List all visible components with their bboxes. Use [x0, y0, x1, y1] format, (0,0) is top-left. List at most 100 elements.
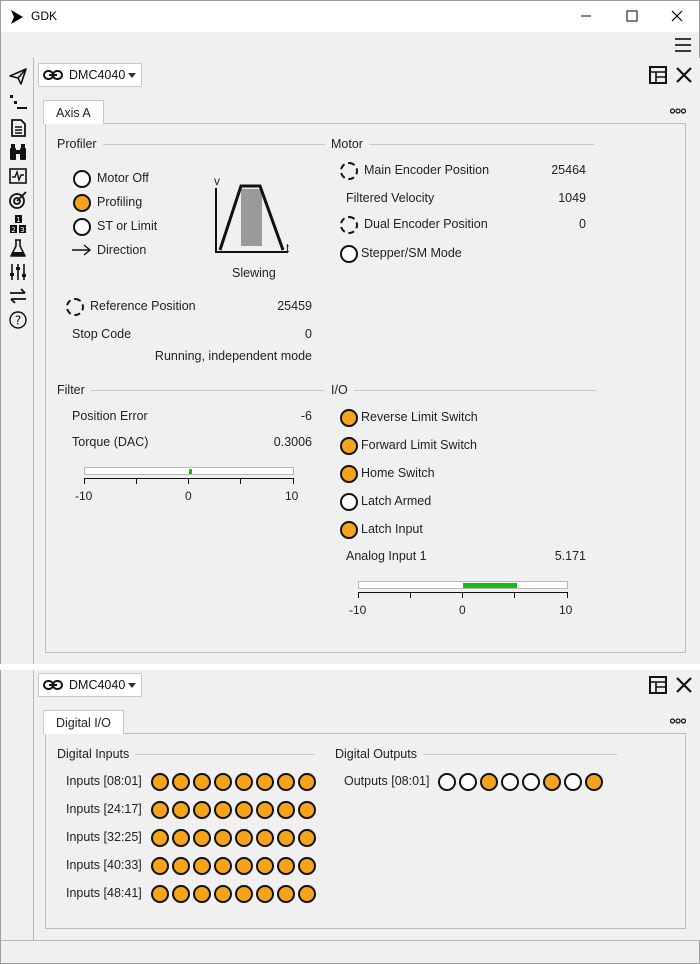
analog-scale-min: -10 [349, 603, 367, 617]
latch-input-led [340, 521, 358, 539]
maximize-button[interactable] [609, 1, 655, 31]
input-bit-led [277, 885, 295, 903]
group-divider [90, 389, 324, 391]
st-or-limit-label: ST or Limit [97, 219, 158, 233]
position-error-value: -6 [300, 409, 312, 423]
input-bit-led [151, 857, 169, 875]
chevron-down-icon [128, 73, 136, 78]
dual-encoder-indicator [340, 216, 358, 234]
output-row-label: Outputs [08:01] [344, 774, 430, 788]
target-icon[interactable] [8, 190, 28, 210]
input-bit-led [151, 885, 169, 903]
profiler-group-title: Profiler [57, 137, 325, 151]
torque-scale-max: 10 [285, 489, 299, 503]
output-bit-led[interactable] [438, 773, 456, 791]
sliders-icon[interactable] [8, 262, 28, 282]
input-bit-led [193, 885, 211, 903]
bottom-panel-header: DMC4040 [34, 670, 700, 700]
output-bit-led[interactable] [501, 773, 519, 791]
svg-text:3: 3 [20, 226, 24, 234]
profile-state: Slewing [232, 266, 276, 280]
top-panel-header: DMC4040 [34, 60, 700, 90]
list-tree-icon[interactable] [8, 92, 28, 112]
tab-digital-io[interactable]: Digital I/O [43, 710, 124, 734]
bottom-tabstrip: Digital I/O [34, 708, 700, 734]
minimize-button[interactable] [563, 1, 609, 31]
send-icon[interactable] [8, 66, 28, 86]
output-bit-led[interactable] [543, 773, 561, 791]
output-bit-led[interactable] [480, 773, 498, 791]
velocity-profile-diagram: v t [214, 174, 290, 255]
panel-layout-icon[interactable] [648, 675, 668, 695]
numbered-list-icon[interactable]: 12 3 [8, 214, 28, 234]
torque-label: Torque (DAC) [72, 435, 149, 449]
velocity-axis-label: v [214, 174, 220, 188]
close-window-button[interactable] [654, 1, 700, 31]
group-divider [368, 143, 594, 145]
more-options-icon[interactable] [670, 108, 686, 114]
input-bit-led [235, 801, 253, 819]
input-bit-led [193, 773, 211, 791]
controller-select[interactable]: DMC4040 [38, 63, 142, 87]
profiler-title: Profiler [57, 137, 97, 151]
help-icon[interactable]: ? [8, 310, 28, 330]
home-switch-label: Home Switch [361, 466, 435, 480]
input-bit-led [172, 885, 190, 903]
title-bar: GDK [0, 0, 700, 32]
tab-axis-a[interactable]: Axis A [43, 100, 104, 124]
close-panel-icon[interactable] [674, 675, 694, 695]
motor-off-led [73, 170, 91, 188]
input-bit-led [298, 829, 316, 847]
oscilloscope-icon[interactable] [8, 166, 28, 186]
input-bit-led [151, 801, 169, 819]
input-bit-led [235, 857, 253, 875]
group-divider [353, 389, 596, 391]
filtered-velocity-value: 1049 [558, 191, 586, 205]
home-switch-led [340, 465, 358, 483]
svg-text:?: ? [15, 314, 21, 328]
chevron-down-icon [128, 683, 136, 688]
binoculars-icon[interactable] [8, 142, 28, 162]
output-bit-led[interactable] [522, 773, 540, 791]
input-bit-led [193, 857, 211, 875]
input-bit-led [256, 857, 274, 875]
left-toolbar: 123 ? [0, 58, 34, 940]
io-title: I/O [331, 383, 348, 397]
input-bit-led [214, 773, 232, 791]
output-bit-led[interactable] [564, 773, 582, 791]
maximize-icon [626, 10, 638, 22]
forward-limit-led [340, 437, 358, 455]
output-bit-led[interactable] [585, 773, 603, 791]
group-divider [135, 753, 316, 755]
main-encoder-label: Main Encoder Position [364, 163, 490, 177]
document-icon[interactable] [8, 118, 28, 138]
stepper-mode-label: Stepper/SM Mode [361, 246, 462, 260]
input-row-label: Inputs [40:33] [66, 858, 142, 872]
input-bit-led [277, 773, 295, 791]
input-row-label: Inputs [32:25] [66, 830, 142, 844]
more-options-icon[interactable] [670, 718, 686, 724]
top-tabstrip: Axis A [34, 98, 700, 124]
mode-text: Running, independent mode [154, 349, 312, 363]
close-panel-icon[interactable] [674, 65, 694, 85]
swap-arrows-icon[interactable] [8, 286, 28, 306]
input-bit-led [298, 885, 316, 903]
input-bit-led [193, 801, 211, 819]
input-bit-led [256, 829, 274, 847]
main-encoder-indicator [340, 162, 358, 180]
panel-layout-icon[interactable] [648, 65, 668, 85]
output-bit-led[interactable] [459, 773, 477, 791]
input-bit-led [298, 801, 316, 819]
input-bit-led [214, 857, 232, 875]
reverse-limit-label: Reverse Limit Switch [361, 410, 478, 424]
torque-value: 0.3006 [273, 435, 312, 449]
input-bit-led [172, 773, 190, 791]
analog-bar-fill [463, 583, 517, 588]
controller-select[interactable]: DMC4040 [38, 673, 142, 697]
flask-icon[interactable] [8, 238, 28, 258]
hamburger-menu-icon[interactable] [673, 36, 693, 54]
reverse-limit-led [340, 409, 358, 427]
stop-code-value: 0 [305, 327, 312, 341]
input-bit-led [214, 885, 232, 903]
input-bit-led [256, 801, 274, 819]
